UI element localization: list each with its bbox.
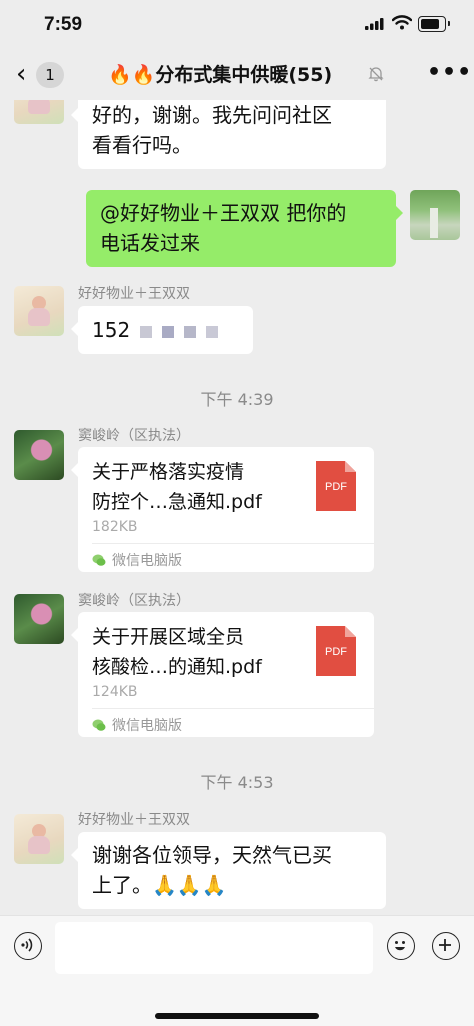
file-name-line: 关于开展区域全员 — [92, 626, 245, 648]
battery-tip — [448, 21, 450, 26]
avatar[interactable] — [14, 100, 64, 124]
voice-icon[interactable] — [14, 932, 42, 960]
back-icon[interactable]: ‹ — [16, 61, 26, 87]
message-text: 好的，谢谢。我先问问社区 — [92, 103, 332, 127]
message-text: @好好物业＋王双双 把你的 — [100, 201, 347, 225]
redacted-block — [184, 325, 197, 338]
add-icon[interactable] — [432, 932, 460, 960]
wechat-pc-icon — [92, 554, 106, 566]
file-source-label: 微信电脑版 — [112, 553, 182, 569]
message-list[interactable]: 好的，谢谢。我先问问社区 看看行吗。 @好好物业＋王双双 把你的 电话发过来 好… — [0, 100, 474, 915]
file-name: 关于严格落实疫情 防控个…急通知.pdf — [92, 457, 302, 517]
file-message[interactable]: 关于严格落实疫情 防控个…急通知.pdf PDF 182KB 微信电脑版 — [71, 447, 374, 572]
unread-count-badge[interactable]: 1 — [36, 62, 64, 88]
signal-icon — [365, 18, 384, 30]
pdf-icon-label: PDF — [325, 481, 347, 493]
message-input[interactable] — [55, 922, 373, 974]
emoji-icon[interactable] — [387, 932, 415, 960]
home-indicator — [155, 1013, 319, 1019]
timestamp: 下午 4:53 — [200, 773, 274, 792]
message-bubble[interactable]: 152 — [71, 306, 253, 354]
message-bubble[interactable]: 谢谢各位领导，天然气已买 上了。🙏🙏🙏 — [71, 832, 386, 909]
sender-name: 好好物业＋王双双 — [78, 286, 190, 302]
input-bar — [0, 915, 474, 1026]
avatar[interactable] — [14, 286, 64, 336]
file-size: 182KB — [92, 519, 138, 535]
message-text: 152 — [92, 318, 131, 342]
file-message[interactable]: 关于开展区域全员 核酸检…的通知.pdf PDF 124KB 微信电脑版 — [71, 612, 374, 737]
file-size: 124KB — [92, 684, 138, 700]
emoji-face — [395, 941, 405, 951]
avatar[interactable] — [14, 814, 64, 864]
pdf-fold — [345, 626, 356, 637]
chat-title: 🔥🔥分布式集中供暖(55) — [108, 64, 333, 86]
battery-icon — [418, 16, 446, 32]
divider — [92, 543, 374, 544]
sender-name: 好好物业＋王双双 — [78, 812, 190, 828]
message-bubble-self[interactable]: @好好物业＋王双双 把你的 电话发过来 — [86, 190, 403, 267]
more-icon[interactable]: ••• — [427, 60, 472, 85]
wifi-icon — [392, 15, 412, 30]
sender-name: 窦峻岭（区执法） — [78, 428, 190, 444]
pdf-fold — [345, 461, 356, 472]
timestamp: 下午 4:39 — [200, 390, 274, 409]
avatar-self[interactable] — [410, 190, 460, 240]
redacted-block — [162, 325, 175, 338]
divider — [92, 708, 374, 709]
file-name: 关于开展区域全员 核酸检…的通知.pdf — [92, 622, 302, 682]
status-bar: 7:59 — [0, 0, 474, 50]
redacted-block — [206, 325, 219, 338]
message-text: 谢谢各位领导，天然气已买 — [92, 843, 332, 867]
message-text: 看看行吗。 — [92, 133, 192, 157]
status-time: 7:59 — [44, 14, 83, 35]
file-name-line: 核酸检…的通知.pdf — [92, 656, 262, 678]
file-source-label: 微信电脑版 — [112, 718, 182, 734]
wechat-pc-icon — [92, 719, 106, 731]
file-name-line: 防控个…急通知.pdf — [92, 491, 262, 513]
sender-name: 窦峻岭（区执法） — [78, 593, 190, 609]
plus-glyph — [439, 939, 451, 951]
voice-waves — [21, 938, 33, 952]
mute-icon — [368, 67, 384, 82]
file-source: 微信电脑版 — [92, 715, 182, 735]
pdf-icon-label: PDF — [325, 646, 347, 658]
message-text: 上了。🙏🙏🙏 — [92, 873, 227, 897]
redacted-block — [140, 325, 153, 338]
avatar[interactable] — [14, 594, 64, 644]
file-source: 微信电脑版 — [92, 550, 182, 570]
avatar[interactable] — [14, 430, 64, 480]
chat-header: ‹ 1 🔥🔥分布式集中供暖(55) ••• — [0, 50, 474, 100]
message-text: 电话发过来 — [100, 231, 200, 255]
message-bubble[interactable]: 好的，谢谢。我先问问社区 看看行吗。 — [71, 100, 386, 169]
file-name-line: 关于严格落实疫情 — [92, 461, 245, 483]
